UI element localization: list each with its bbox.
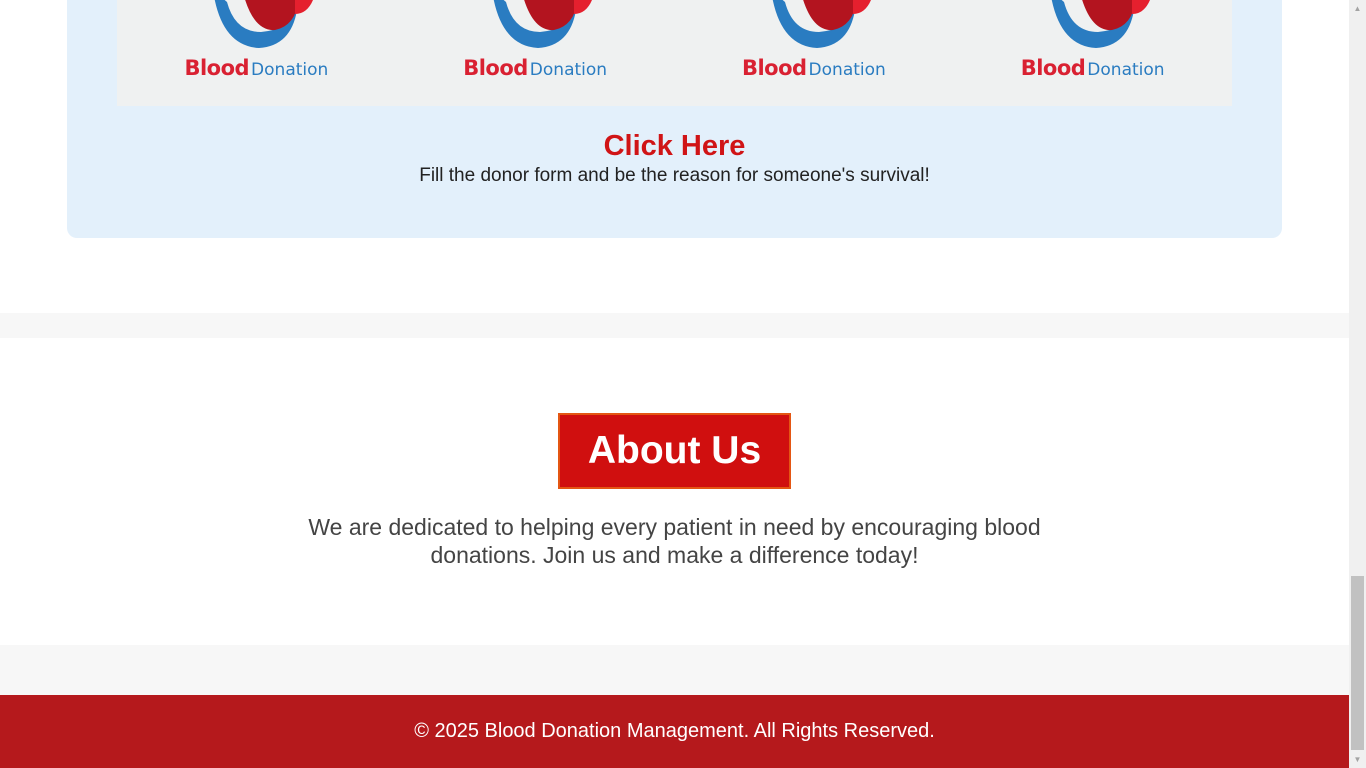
about-description: We are dedicated to helping every patien…	[308, 514, 1041, 568]
logo-wordmark: Blood Donation	[953, 56, 1232, 80]
about-us-heading: About Us	[558, 413, 791, 489]
blood-donation-logo-icon	[215, 0, 314, 48]
logo-wordmark: Blood Donation	[396, 56, 675, 80]
vertical-scrollbar[interactable]: ▲ ▼	[1349, 0, 1366, 768]
blood-donation-logo-icon	[772, 0, 871, 48]
logo-strip: Blood Donation Blood Donation Blood Dona…	[117, 0, 1232, 106]
donor-form-subtitle: Fill the donor form and be the reason fo…	[419, 165, 930, 186]
donor-card: Blood Donation Blood Donation Blood Dona…	[67, 0, 1282, 238]
blood-donation-logo: Blood Donation	[953, 0, 1232, 106]
logo-word-donation: Donation	[1087, 60, 1165, 80]
logo-word-blood: Blood	[463, 56, 528, 80]
footer-copyright: © 2025 Blood Donation Management. All Ri…	[414, 720, 935, 742]
logo-word-donation: Donation	[529, 60, 608, 80]
footer: © 2025 Blood Donation Management. All Ri…	[0, 695, 1349, 768]
scroll-up-arrow-icon[interactable]: ▲	[1349, 0, 1366, 17]
logo-word-donation: Donation	[251, 60, 329, 80]
blood-donation-logo: Blood Donation	[675, 0, 954, 106]
section-divider	[0, 313, 1349, 338]
logo-word-blood: Blood	[741, 56, 807, 80]
section-divider	[0, 645, 1349, 695]
scrollbar-thumb[interactable]	[1351, 576, 1364, 750]
click-here-link[interactable]: Click Here	[67, 130, 1282, 163]
blood-donation-logo: Blood Donation	[396, 0, 675, 106]
scroll-down-arrow-icon[interactable]: ▼	[1349, 751, 1366, 768]
logo-word-blood: Blood	[184, 56, 250, 80]
logo-wordmark: Blood Donation	[675, 56, 954, 80]
blood-donation-logo-icon	[493, 0, 593, 48]
page: Blood Donation Blood Donation Blood Dona…	[0, 0, 1349, 768]
blood-donation-logo: Blood Donation	[117, 0, 396, 106]
logo-word-donation: Donation	[808, 60, 886, 80]
blood-donation-logo-icon	[1051, 0, 1150, 48]
logo-wordmark: Blood Donation	[117, 56, 396, 80]
logo-word-blood: Blood	[1020, 56, 1086, 80]
